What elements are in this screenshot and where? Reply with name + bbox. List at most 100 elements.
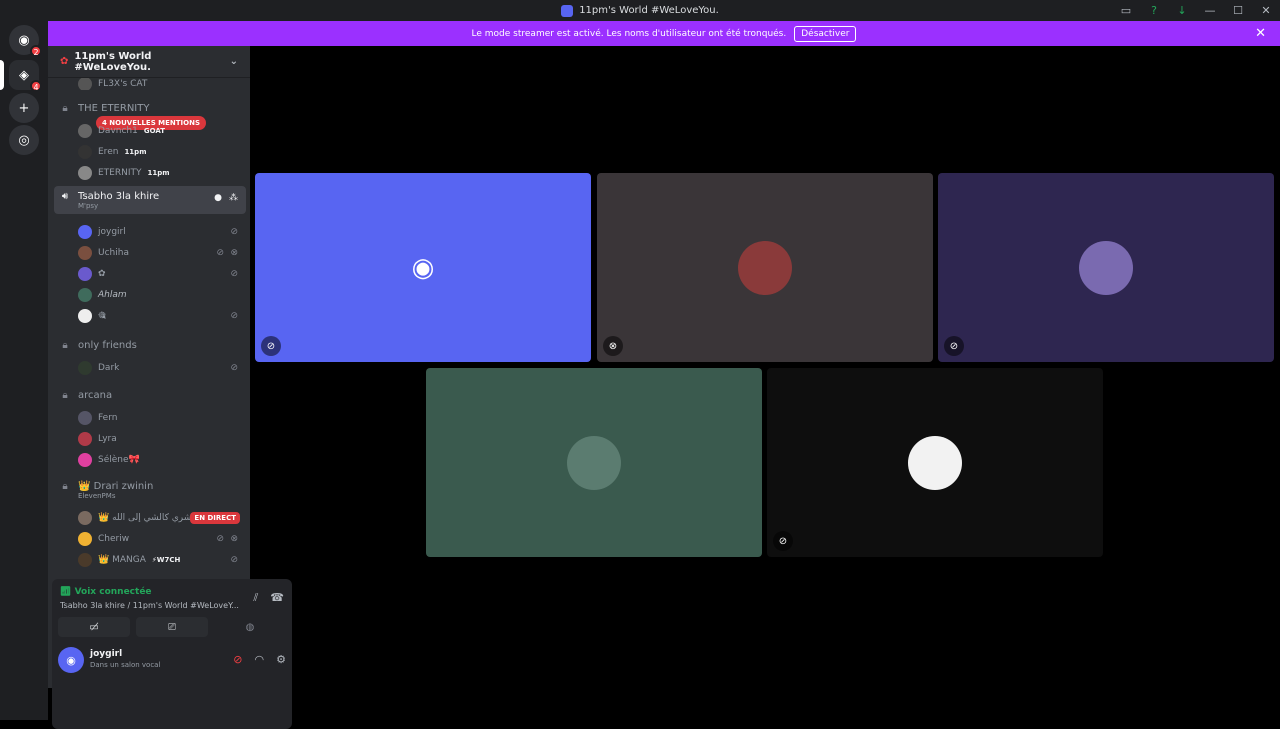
user-name: Sélène🎀: [98, 455, 140, 465]
guild-header[interactable]: ✿ 11pm's World #WeLoveYou. ⌄: [48, 46, 250, 78]
user-name: ETERNITY: [98, 168, 142, 178]
channel-name: Tsabho 3la khire: [78, 190, 160, 202]
camera-button[interactable]: ▭̸: [58, 617, 130, 637]
explore-button[interactable]: ◎: [9, 125, 39, 155]
avatar: [738, 240, 792, 295]
avatar: [78, 166, 92, 180]
mic-muted-icon: ⊘: [230, 269, 238, 279]
noise-suppression-icon[interactable]: ⫽: [253, 591, 258, 605]
avatar: [78, 361, 92, 375]
mic-muted-icon[interactable]: ⊘: [233, 653, 242, 666]
banner-text: Le mode streamer est activé. Les noms d'…: [471, 28, 787, 39]
list-item[interactable]: Davnch1 GOAT: [48, 121, 250, 141]
guild-name: 11pm's World #WeLoveYou.: [74, 50, 152, 73]
voice-channel-only-friends[interactable]: 🔒︎ only friends: [48, 335, 250, 355]
user-panel-name[interactable]: joygirl: [90, 649, 122, 659]
list-item[interactable]: Cheriw ⊘ ⊗: [48, 529, 250, 549]
user-name: Eren: [98, 147, 119, 157]
list-item[interactable]: ✿ ⊘: [48, 264, 250, 284]
gear-icon[interactable]: ⚙: [276, 653, 286, 666]
user-name: Lyra: [98, 434, 117, 444]
user-tag: ⚡W7CH: [151, 556, 181, 564]
disconnect-icon[interactable]: ☎: [270, 591, 284, 605]
list-item[interactable]: Dark ⊘: [48, 358, 250, 378]
download-icon[interactable]: ↓: [1168, 0, 1196, 21]
minimize-icon[interactable]: —: [1196, 0, 1224, 21]
plus-icon: +: [18, 100, 30, 116]
lock-icon: 🔒︎: [62, 389, 68, 401]
voice-channel-tsabho[interactable]: 🔊︎ Tsabho 3la khire M'psy ● ⁂: [54, 186, 246, 214]
list-item[interactable]: 👑 MANGA ⚡W7CH ⊘: [48, 550, 250, 570]
chevron-down-icon: ⌄: [229, 56, 238, 67]
lock-icon: 🔒︎: [62, 102, 68, 114]
mic-muted-icon: ⊘: [230, 363, 238, 373]
list-item[interactable]: Ahlam: [48, 285, 250, 305]
participant-tile[interactable]: ⊘: [767, 368, 1103, 557]
mic-muted-icon: ⊘: [944, 336, 964, 356]
mic-muted-icon: ⊘: [230, 227, 238, 237]
close-window-icon[interactable]: ✕: [1252, 0, 1280, 21]
lock-icon: 🔒︎: [62, 480, 68, 492]
mic-muted-icon: ⊘: [773, 531, 793, 551]
maximize-icon[interactable]: ☐: [1224, 0, 1252, 21]
mic-muted-icon: ⊘: [261, 336, 281, 356]
home-button[interactable]: ◉ 2: [9, 25, 42, 57]
avatar: [78, 78, 92, 90]
voice-connection-panel: 📶︎ Voix connectée Tsabho 3la khire / 11p…: [52, 579, 292, 729]
server-rail: ◉ 2 ◈ 4 + ◎: [0, 21, 48, 720]
screen-share-icon[interactable]: ▭: [1112, 0, 1140, 21]
voice-channel-drari[interactable]: 🔒︎ 👑 Drari zwinin ElevenPMs: [48, 476, 250, 504]
list-item[interactable]: Sélène🎀: [48, 450, 250, 470]
avatar: [78, 267, 92, 281]
guild-icon: ✿: [60, 56, 69, 67]
server-icon-active[interactable]: ◈ 4: [9, 60, 42, 92]
user-panel-status: Dans un salon vocal: [90, 661, 161, 669]
lock-icon: 🔒︎: [62, 339, 68, 351]
avatar: [78, 432, 92, 446]
participant-tile[interactable]: ⊘: [938, 173, 1274, 362]
avatar: [78, 453, 92, 467]
list-item[interactable]: joygirl ⊘: [48, 222, 250, 242]
invite-icon[interactable]: ⁂: [229, 193, 238, 203]
user-tag: GOAT: [143, 127, 166, 135]
add-server-button[interactable]: +: [9, 93, 39, 123]
voice-channel-eternity[interactable]: 🔒︎ THE ETERNITY: [48, 98, 250, 118]
avatar: [1079, 240, 1133, 295]
help-icon[interactable]: ?: [1140, 0, 1168, 21]
server-badge: 4: [30, 80, 42, 92]
list-item[interactable]: 👑 شري كالشي إلى الله EN DIRECT: [48, 508, 250, 528]
participant-tile[interactable]: [426, 368, 762, 557]
headphones-icon[interactable]: ◠: [255, 653, 265, 666]
user-name: Davnch1: [98, 126, 138, 136]
screen-share-button[interactable]: ⎚: [136, 617, 208, 637]
participant-tile[interactable]: ◉ ⊘: [255, 173, 591, 362]
list-item[interactable]: ETERNITY 11pm: [48, 163, 250, 183]
deafened-icon: ⊗: [603, 336, 623, 356]
disable-streamer-button[interactable]: Désactiver: [794, 25, 857, 42]
voice-location[interactable]: Tsabho 3la khire / 11pm's World #WeLoveY…: [60, 601, 240, 610]
list-item[interactable]: Fern: [48, 408, 250, 428]
server-logo-icon: ◈: [19, 67, 29, 83]
list-item[interactable]: Eren 11pm: [48, 142, 250, 162]
list-item[interactable]: Lyra: [48, 429, 250, 449]
voice-status[interactable]: Voix connectée: [75, 587, 152, 597]
screen-share-icon: ⎚: [168, 621, 176, 633]
speaker-icon: 🔊︎: [61, 190, 69, 202]
avatar: [78, 124, 92, 138]
discord-logo-icon: [561, 4, 574, 17]
close-banner-icon[interactable]: ✕: [1255, 26, 1266, 41]
avatar: [78, 225, 92, 239]
signal-icon: 📶︎: [60, 587, 75, 597]
avatar[interactable]: ◉: [58, 647, 84, 673]
avatar: [78, 553, 92, 567]
list-item[interactable]: 🎕 ⊘: [48, 306, 250, 326]
voice-channel-arcana[interactable]: 🔒︎ arcana: [48, 385, 250, 405]
list-item[interactable]: FL3X's CAT: [48, 78, 250, 90]
user-name: ✿: [98, 269, 106, 279]
activities-button[interactable]: ◍: [214, 617, 286, 637]
home-badge: 2: [30, 45, 42, 57]
participant-tile[interactable]: ⊗: [597, 173, 933, 362]
chat-icon[interactable]: ●: [214, 193, 222, 203]
list-item[interactable]: Uchiha ⊘ ⊗: [48, 243, 250, 263]
mic-muted-icon: ⊘: [216, 248, 224, 258]
